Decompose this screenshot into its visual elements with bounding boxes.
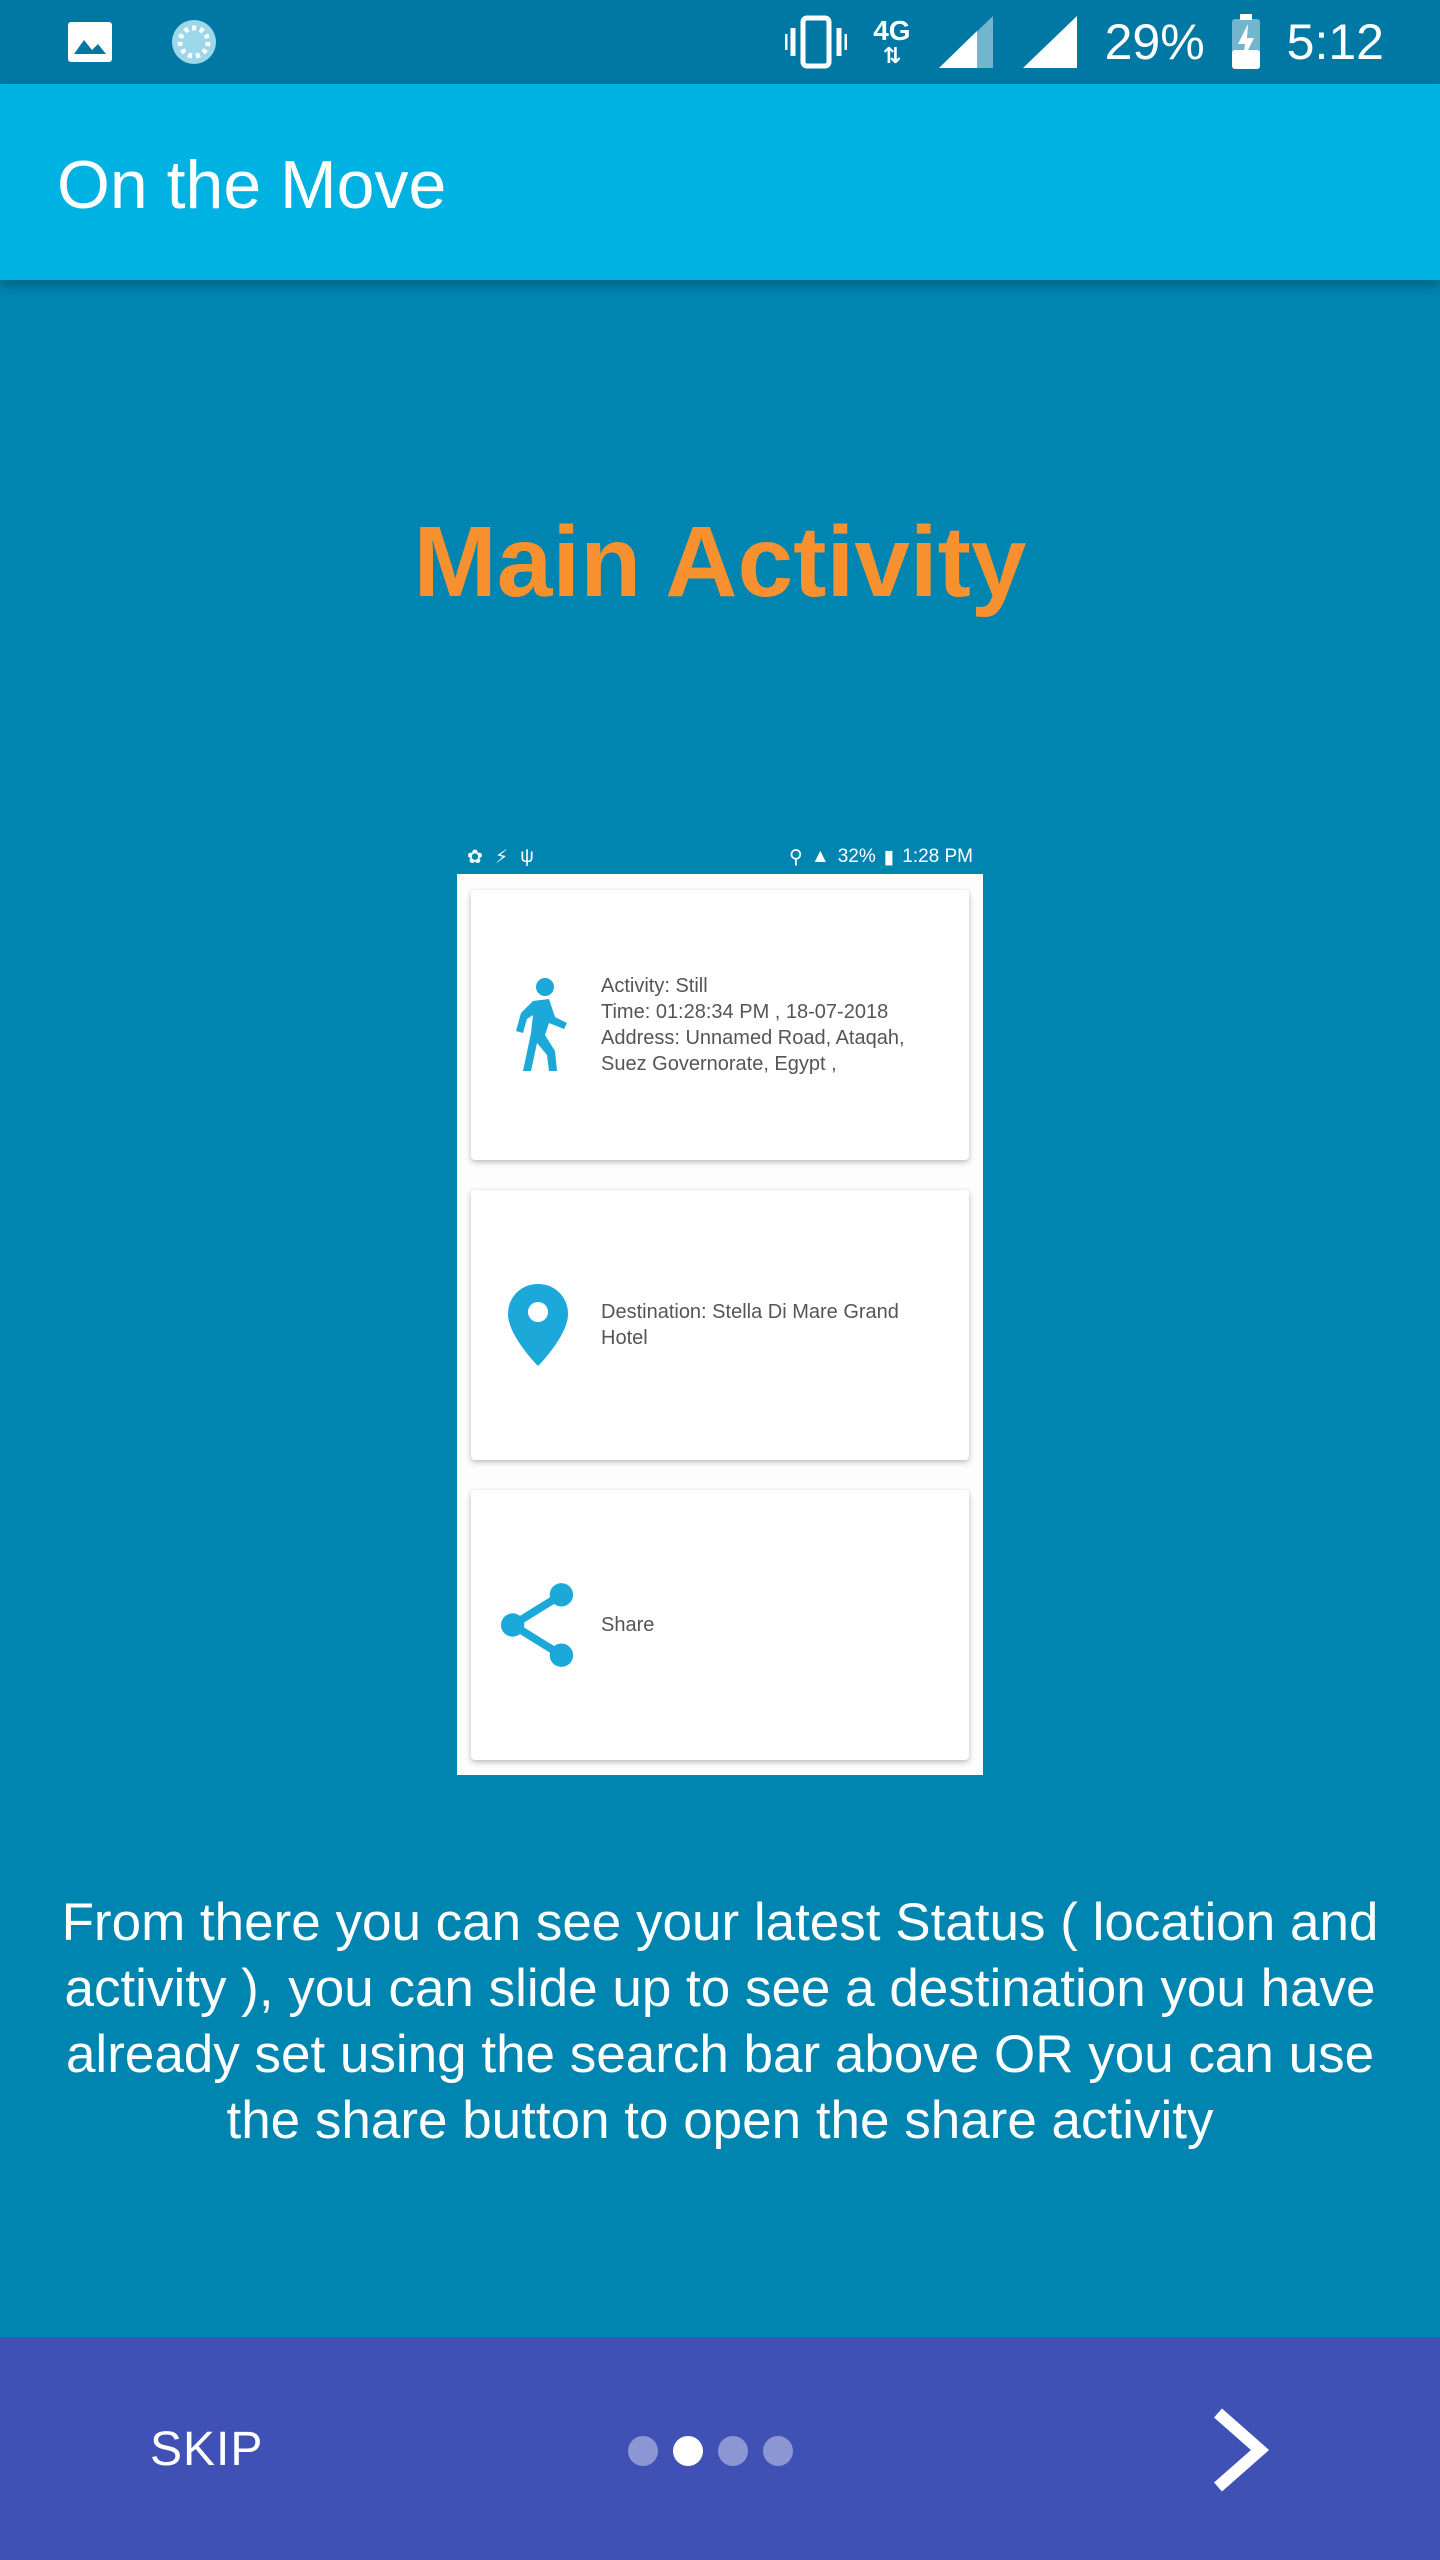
screenshot-status-bar: ✿ ⚡ ψ ⚲ ▲ 32% ▮ 1:28 PM bbox=[457, 840, 983, 874]
share-icon bbox=[499, 1577, 577, 1673]
share-card: Share bbox=[471, 1490, 969, 1760]
page-dot-2[interactable] bbox=[673, 2436, 703, 2466]
page-dot-1[interactable] bbox=[628, 2436, 658, 2466]
app-title: On the Move bbox=[57, 147, 447, 223]
location-icon: ⚲ bbox=[789, 846, 803, 868]
destination-line: Destination: Stella Di Mare Grand Hotel bbox=[601, 1301, 899, 1349]
onboarding-nav-bar: SKIP bbox=[0, 2337, 1440, 2560]
network-type-label: 4G bbox=[873, 15, 911, 46]
signal-icon: ▲ bbox=[810, 846, 830, 867]
signal-icon bbox=[938, 16, 993, 68]
tutorial-screenshot: ✿ ⚡ ψ ⚲ ▲ 32% ▮ 1:28 PM Activity: Still … bbox=[457, 840, 983, 1775]
page-heading: Main Activity bbox=[413, 506, 1027, 618]
activity-card: Activity: Still Time: 01:28:34 PM , 18-0… bbox=[471, 890, 969, 1160]
loading-icon bbox=[172, 20, 216, 64]
share-label: Share bbox=[601, 1614, 655, 1636]
screenshot-status-left: ✿ ⚡ ψ bbox=[467, 846, 534, 869]
battery-icon: ▮ bbox=[883, 846, 895, 868]
share-card-text: Share bbox=[601, 1612, 951, 1638]
page-dot-4[interactable] bbox=[763, 2436, 793, 2466]
status-bar: 4G ⇅ 29% 5:12 bbox=[0, 0, 1440, 84]
status-right-icons: 4G ⇅ 29% 5:12 bbox=[785, 10, 1384, 74]
notification-icon: ✿ bbox=[467, 846, 483, 868]
vibrate-icon bbox=[785, 15, 848, 69]
network-type-indicator: 4G ⇅ bbox=[873, 15, 911, 68]
battery-percent: 29% bbox=[1104, 14, 1205, 70]
page-dot-3[interactable] bbox=[718, 2436, 748, 2466]
app-bar: On the Move bbox=[0, 84, 1440, 280]
page-indicator bbox=[628, 2436, 793, 2466]
skip-button[interactable]: SKIP bbox=[150, 2422, 263, 2477]
signal-icon bbox=[1022, 16, 1077, 68]
destination-card: Destination: Stella Di Mare Grand Hotel bbox=[471, 1190, 969, 1460]
next-button[interactable] bbox=[1200, 2405, 1280, 2495]
address-line: Address: Unnamed Road, Ataqah, Suez Gove… bbox=[601, 1027, 905, 1075]
status-left-icons bbox=[66, 16, 220, 68]
screenshot-clock: 1:28 PM bbox=[902, 846, 973, 867]
activity-card-text: Activity: Still Time: 01:28:34 PM , 18-0… bbox=[601, 973, 951, 1077]
time-line: Time: 01:28:34 PM , 18-07-2018 bbox=[601, 1001, 889, 1023]
page-description: From there you can see your latest Statu… bbox=[61, 1893, 1379, 2150]
screenshot-status-right: ⚲ ▲ 32% ▮ 1:28 PM bbox=[789, 846, 973, 869]
charging-icon: ⚡ bbox=[494, 846, 509, 868]
clock: 5:12 bbox=[1286, 14, 1384, 70]
walking-person-icon bbox=[499, 977, 577, 1073]
battery-charging-icon bbox=[1231, 14, 1260, 69]
activity-line: Activity: Still bbox=[601, 975, 708, 997]
location-pin-icon bbox=[499, 1277, 577, 1373]
usb-icon: ψ bbox=[520, 845, 534, 867]
screenshot-battery: 32% bbox=[837, 846, 876, 867]
image-icon bbox=[68, 22, 112, 62]
chevron-right-icon bbox=[1214, 2408, 1270, 2492]
destination-card-text: Destination: Stella Di Mare Grand Hotel bbox=[601, 1299, 951, 1351]
